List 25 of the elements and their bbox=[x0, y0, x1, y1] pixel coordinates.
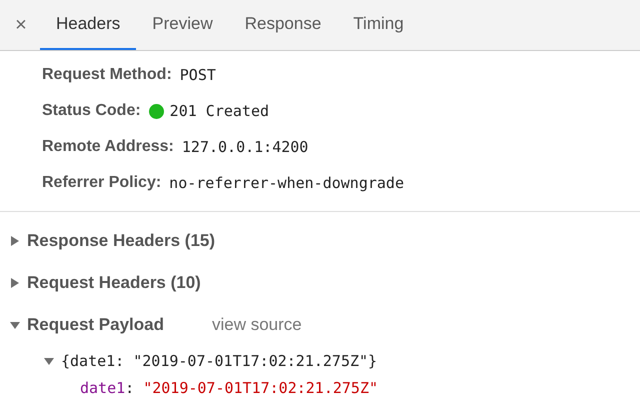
field-value: POST bbox=[180, 64, 216, 86]
field-value: 127.0.0.1:4200 bbox=[182, 136, 308, 158]
view-source-link[interactable]: view source bbox=[212, 312, 302, 338]
field-label: Referrer Policy: bbox=[42, 173, 162, 193]
property-separator: : bbox=[125, 378, 134, 396]
expand-triangle-icon[interactable] bbox=[10, 236, 20, 246]
field-label: Remote Address: bbox=[42, 137, 174, 157]
collapse-triangle-icon[interactable] bbox=[10, 320, 20, 330]
close-button[interactable]: × bbox=[10, 15, 32, 35]
tab[interactable]: Response bbox=[228, 0, 338, 50]
section-title[interactable]: Response Headers (15) bbox=[27, 228, 216, 254]
section-title[interactable]: Request Payload bbox=[27, 312, 164, 338]
section-title[interactable]: Request Headers (10) bbox=[27, 270, 201, 296]
property-key: date1 bbox=[80, 378, 126, 396]
tab[interactable]: Preview bbox=[136, 0, 229, 50]
field-label: Status Code: bbox=[42, 101, 141, 121]
tab[interactable]: Timing bbox=[337, 0, 420, 50]
field-label: Request Method: bbox=[42, 65, 172, 85]
field-value: no-referrer-when-downgrade bbox=[169, 172, 404, 194]
collapse-triangle-icon[interactable] bbox=[44, 356, 54, 366]
field-value: 201 Created bbox=[170, 100, 270, 122]
property-value: "2019-07-01T17:02:21.275Z" bbox=[143, 378, 378, 396]
expand-triangle-icon[interactable] bbox=[10, 278, 20, 288]
tab[interactable]: Headers bbox=[40, 0, 136, 50]
payload-summary: {date1: "2019-07-01T17:02:21.275Z"} bbox=[61, 351, 378, 372]
